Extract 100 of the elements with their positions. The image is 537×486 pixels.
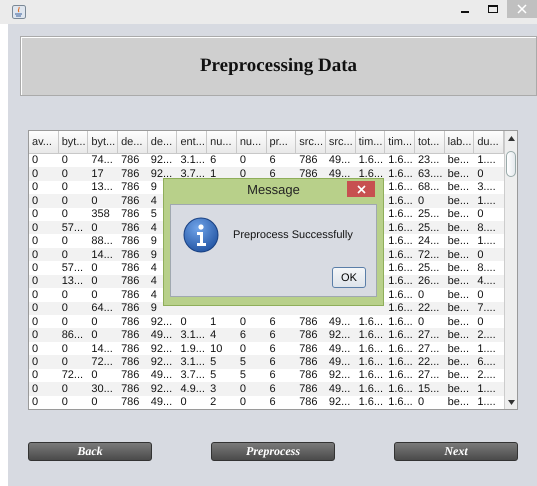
table-cell-text: 1.6... (387, 248, 414, 261)
table-cell-text: 1.... (476, 342, 497, 355)
table-cell-text: 1.6... (358, 342, 384, 355)
column-header[interactable]: byt... (88, 131, 118, 153)
table-cell-text: 3.1... (179, 154, 206, 166)
table-cell-text: 3.7... (179, 168, 206, 180)
table-cell-text: 6 (268, 342, 277, 355)
scrollbar[interactable] (504, 131, 517, 409)
table-cell-text: be... (446, 168, 470, 180)
table-cell-text: be... (446, 396, 470, 408)
close-icon (356, 184, 366, 194)
column-header[interactable]: nu... (207, 131, 237, 153)
table-cell-text: 0 (60, 356, 69, 368)
table-cell-text: 64... (90, 302, 114, 314)
table-cell-text: 74... (90, 154, 114, 166)
column-header[interactable]: de... (148, 131, 178, 153)
table-cell-text: 63.... (416, 168, 444, 180)
table-cell-text: 1.6... (358, 382, 384, 395)
table-cell-text: 786 (120, 396, 140, 408)
table-cell-text: 25... (416, 222, 440, 234)
nav-button[interactable]: Preprocess (211, 442, 335, 461)
table-cell-text: 49... (328, 154, 352, 166)
close-button[interactable] (347, 181, 375, 197)
column-header[interactable]: de... (118, 131, 148, 153)
table-cell-text: 3.1... (179, 329, 206, 342)
table-cell-text: 1.... (476, 154, 497, 166)
table-cell-text: 786 (298, 382, 319, 395)
table-cell-text: 0 (31, 342, 40, 355)
column-header[interactable]: lab... (444, 131, 474, 153)
column-header[interactable]: ent... (177, 131, 208, 153)
table-cell-text: 0 (90, 316, 98, 328)
close-icon (517, 4, 527, 14)
table-cell-text: 0 (416, 288, 426, 301)
column-header[interactable]: nu... (236, 131, 266, 153)
table-cell-text: 4 (209, 329, 218, 342)
java-app-icon (12, 5, 26, 19)
maximize-icon[interactable] (488, 5, 498, 13)
table-cell-text: 0 (60, 288, 69, 301)
table-cell-text: 0 (60, 342, 69, 355)
nav-button[interactable]: Back (28, 442, 152, 461)
table-cell-text: 1.6... (387, 342, 414, 355)
table-cell-text: 786 (120, 342, 140, 355)
table-cell-text: 0 (90, 194, 98, 207)
table-cell-text: 0 (476, 288, 484, 301)
table-cell-text: 1.9... (179, 342, 206, 355)
table-cell-text: 0 (90, 222, 98, 234)
column-header[interactable]: pr... (266, 131, 296, 153)
table-cell-text: 1 (209, 168, 218, 180)
column-header[interactable]: tot... (414, 131, 445, 153)
table-cell-text: 1.6... (387, 154, 414, 166)
table-cell-text: 0 (31, 154, 40, 166)
table-cell-text: 0 (31, 248, 40, 261)
table-cell-text: 1.6... (358, 396, 384, 408)
table-cell-text: 9 (150, 235, 158, 248)
table-cell-text: 6 (268, 356, 277, 368)
page-title: Preprocessing Data (200, 55, 358, 77)
table-cell-text: 0 (60, 248, 69, 261)
scroll-down-icon[interactable] (508, 400, 514, 404)
column-header[interactable]: tim... (385, 131, 415, 153)
table-cell-text: 786 (298, 168, 319, 180)
column-header[interactable]: src... (326, 131, 356, 153)
nav-button[interactable]: Next (394, 442, 518, 461)
table-cell-text: 49... (328, 168, 352, 180)
table-cell-text: 0 (60, 208, 69, 220)
table-cell-text: 786 (120, 356, 140, 368)
column-header[interactable]: src... (296, 131, 326, 153)
table-cell-text: 1.6... (358, 369, 384, 382)
column-header[interactable]: tim... (356, 131, 386, 153)
table-cell-text: 1.6... (387, 181, 414, 194)
table-cell-text: 4 (150, 275, 158, 288)
table-cell-text: 1.6... (358, 168, 384, 180)
table-cell-text: 1.6... (387, 288, 414, 301)
table-cell-text: 92... (328, 329, 352, 342)
column-header[interactable]: av... (29, 131, 59, 153)
table-cell-text: be... (446, 235, 470, 248)
table-cell-text: 0 (179, 316, 188, 328)
table-cell-text: 3.1... (179, 356, 206, 368)
scroll-up-icon[interactable] (508, 136, 514, 140)
table-cell-text: 0 (416, 396, 426, 408)
table-cell-text: 786 (120, 194, 140, 207)
table-cell-text: 0 (31, 208, 40, 220)
table-cell-text: 3.7... (179, 369, 206, 382)
column-header[interactable]: byt... (58, 131, 88, 153)
table-cell-text: be... (446, 382, 470, 395)
scroll-thumb[interactable] (506, 151, 516, 177)
table-cell-text: 0 (60, 302, 69, 314)
table-cell-text: 1.6... (358, 356, 384, 368)
table-cell-text: 0 (60, 154, 69, 166)
table-cell-text: 1.6... (387, 396, 414, 408)
table-cell-text: 57... (60, 262, 84, 274)
table-cell-text: 1.6... (387, 275, 414, 288)
ok-button[interactable]: OK (332, 267, 366, 288)
table-cell-text: 786 (120, 302, 140, 314)
table-cell-text: 1 (209, 316, 218, 328)
table-cell-text: 0 (238, 396, 247, 408)
table-cell-text: 57... (60, 222, 84, 234)
table-cell-text: 0 (238, 316, 247, 328)
table-cell-text: 4.9... (179, 382, 206, 395)
table-cell-text: be... (446, 342, 470, 355)
table-cell-text: 0 (476, 168, 484, 180)
